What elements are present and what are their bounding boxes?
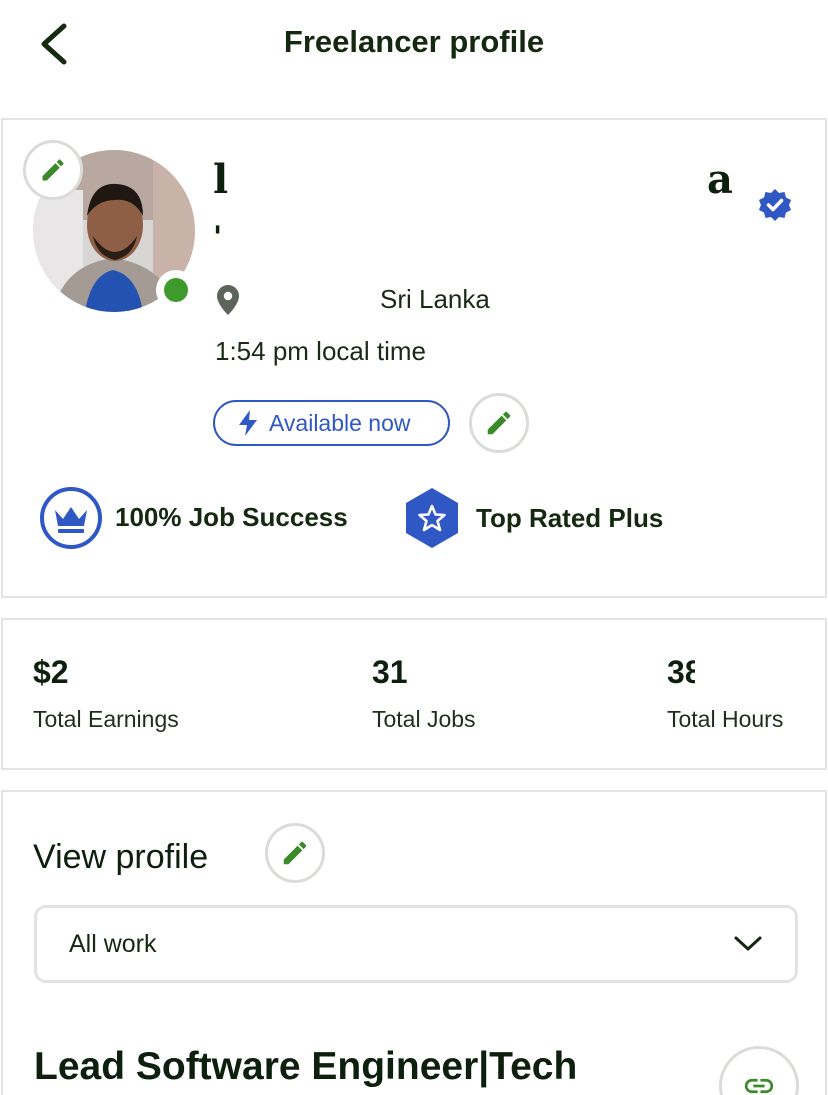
location-label: Sri Lanka	[380, 284, 490, 314]
work-filter-value: All work	[69, 929, 157, 958]
total-earnings-value: $2	[33, 654, 69, 690]
freelancer-name-fragment: a	[707, 156, 733, 203]
total-hours-value: 38	[667, 654, 695, 690]
total-hours-label: Total Hours	[667, 706, 784, 732]
availability-badge[interactable]: Available now	[213, 400, 450, 446]
link-icon	[744, 1078, 774, 1094]
location-pin-icon	[217, 285, 239, 315]
lightning-bolt-icon	[239, 410, 257, 436]
local-time-label: 1:54 pm local time	[215, 336, 426, 366]
page-title: Freelancer profile	[283, 24, 545, 59]
top-rated-plus-icon	[406, 488, 458, 548]
stats-card: $2 Total Earnings 31 Total Jobs 38 Total…	[1, 618, 827, 770]
crown-icon	[40, 487, 102, 549]
freelancer-name-fragment: '	[213, 220, 223, 255]
view-profile-card: View profile All work Lead Software Engi…	[1, 790, 827, 1095]
job-success-badge-label: 100% Job Success	[115, 502, 348, 532]
edit-availability-button[interactable]	[469, 393, 529, 453]
top-rated-badge-label: Top Rated Plus	[476, 503, 664, 533]
copy-link-button[interactable]	[719, 1046, 799, 1095]
edit-photo-button[interactable]	[23, 140, 83, 200]
work-filter-select[interactable]: All work	[34, 905, 798, 983]
profile-job-title: Lead Software Engineer|Tech	[34, 1045, 578, 1088]
profile-card: l a ' Sri Lanka 1:54 pm local time Avail…	[1, 118, 827, 598]
pencil-icon	[42, 159, 64, 181]
edit-profile-button[interactable]	[265, 823, 325, 883]
view-profile-title: View profile	[33, 838, 209, 876]
total-jobs-value: 31	[372, 654, 408, 690]
app-header: Freelancer profile	[0, 0, 828, 90]
chevron-down-icon	[734, 936, 762, 951]
availability-label: Available now	[269, 409, 411, 436]
pencil-icon	[487, 411, 511, 435]
verified-badge-icon	[759, 189, 791, 221]
freelancer-name-fragment: l	[213, 156, 229, 203]
total-earnings-label: Total Earnings	[33, 706, 179, 732]
online-status-indicator	[156, 270, 196, 310]
total-jobs-label: Total Jobs	[372, 706, 476, 732]
pencil-icon	[283, 841, 307, 865]
